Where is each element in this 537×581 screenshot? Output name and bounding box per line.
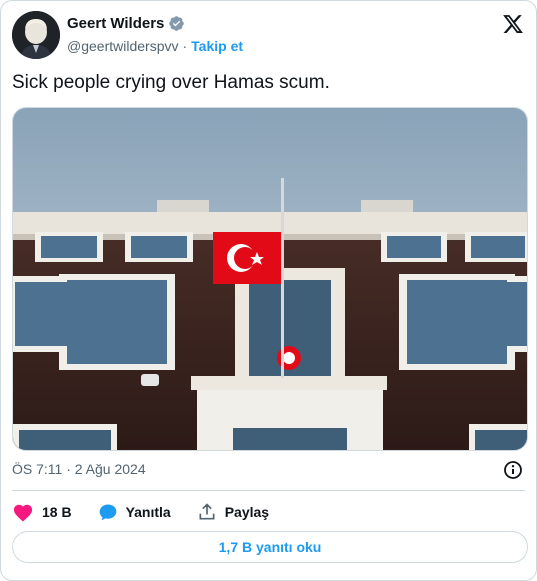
- follow-button[interactable]: Takip et: [191, 38, 243, 54]
- tweet-timestamp[interactable]: ÖS 7:11 · 2 Ağu 2024: [12, 461, 146, 477]
- info-icon[interactable]: [503, 460, 523, 480]
- action-bar: 18 B Yanıtla Paylaş: [12, 500, 295, 524]
- reply-bubble-icon: [99, 504, 116, 521]
- reply-label: Yanıtla: [125, 504, 171, 520]
- like-button[interactable]: 18 B: [12, 502, 72, 522]
- x-logo-icon[interactable]: [502, 13, 524, 35]
- tweet-text: Sick people crying over Hamas scum.: [12, 72, 330, 93]
- author-name[interactable]: Geert Wilders: [67, 15, 164, 32]
- avatar[interactable]: [12, 11, 60, 59]
- tweet-card: Geert Wilders @geertwilderspvv · Takip e…: [0, 0, 537, 581]
- heart-icon: [13, 504, 33, 522]
- tweet-photo[interactable]: [12, 107, 528, 451]
- like-count: 18 B: [42, 504, 72, 520]
- handle-separator: ·: [182, 38, 188, 54]
- verified-badge-icon: [168, 15, 185, 32]
- author-handle[interactable]: @geertwilderspvv: [67, 38, 178, 54]
- divider: [12, 490, 525, 491]
- share-label: Paylaş: [224, 504, 270, 520]
- reply-button[interactable]: Yanıtla: [98, 502, 171, 522]
- share-icon: [199, 503, 215, 520]
- read-replies-button[interactable]: 1,7 B yanıtı oku: [12, 531, 528, 563]
- share-button[interactable]: Paylaş: [197, 502, 269, 522]
